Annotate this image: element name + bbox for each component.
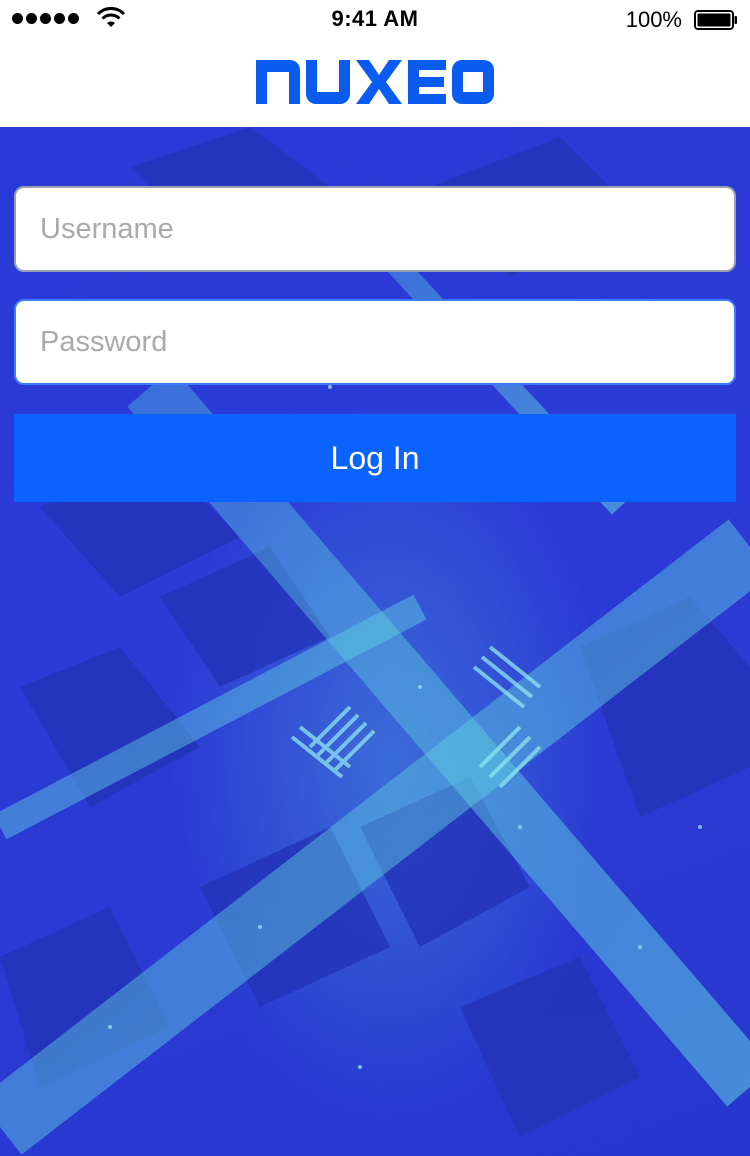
password-input[interactable]: [14, 299, 736, 385]
username-input[interactable]: [14, 186, 736, 272]
city-aerial-background: [0, 127, 750, 1155]
nuxeo-logo: [256, 60, 494, 104]
login-button[interactable]: Log In: [14, 414, 736, 502]
background-image: [0, 127, 750, 1156]
app-header: [0, 40, 750, 127]
status-bar: 9:41 AM 100%: [0, 0, 750, 40]
battery-icon: [694, 10, 737, 30]
battery-percent: 100%: [625, 7, 682, 32]
